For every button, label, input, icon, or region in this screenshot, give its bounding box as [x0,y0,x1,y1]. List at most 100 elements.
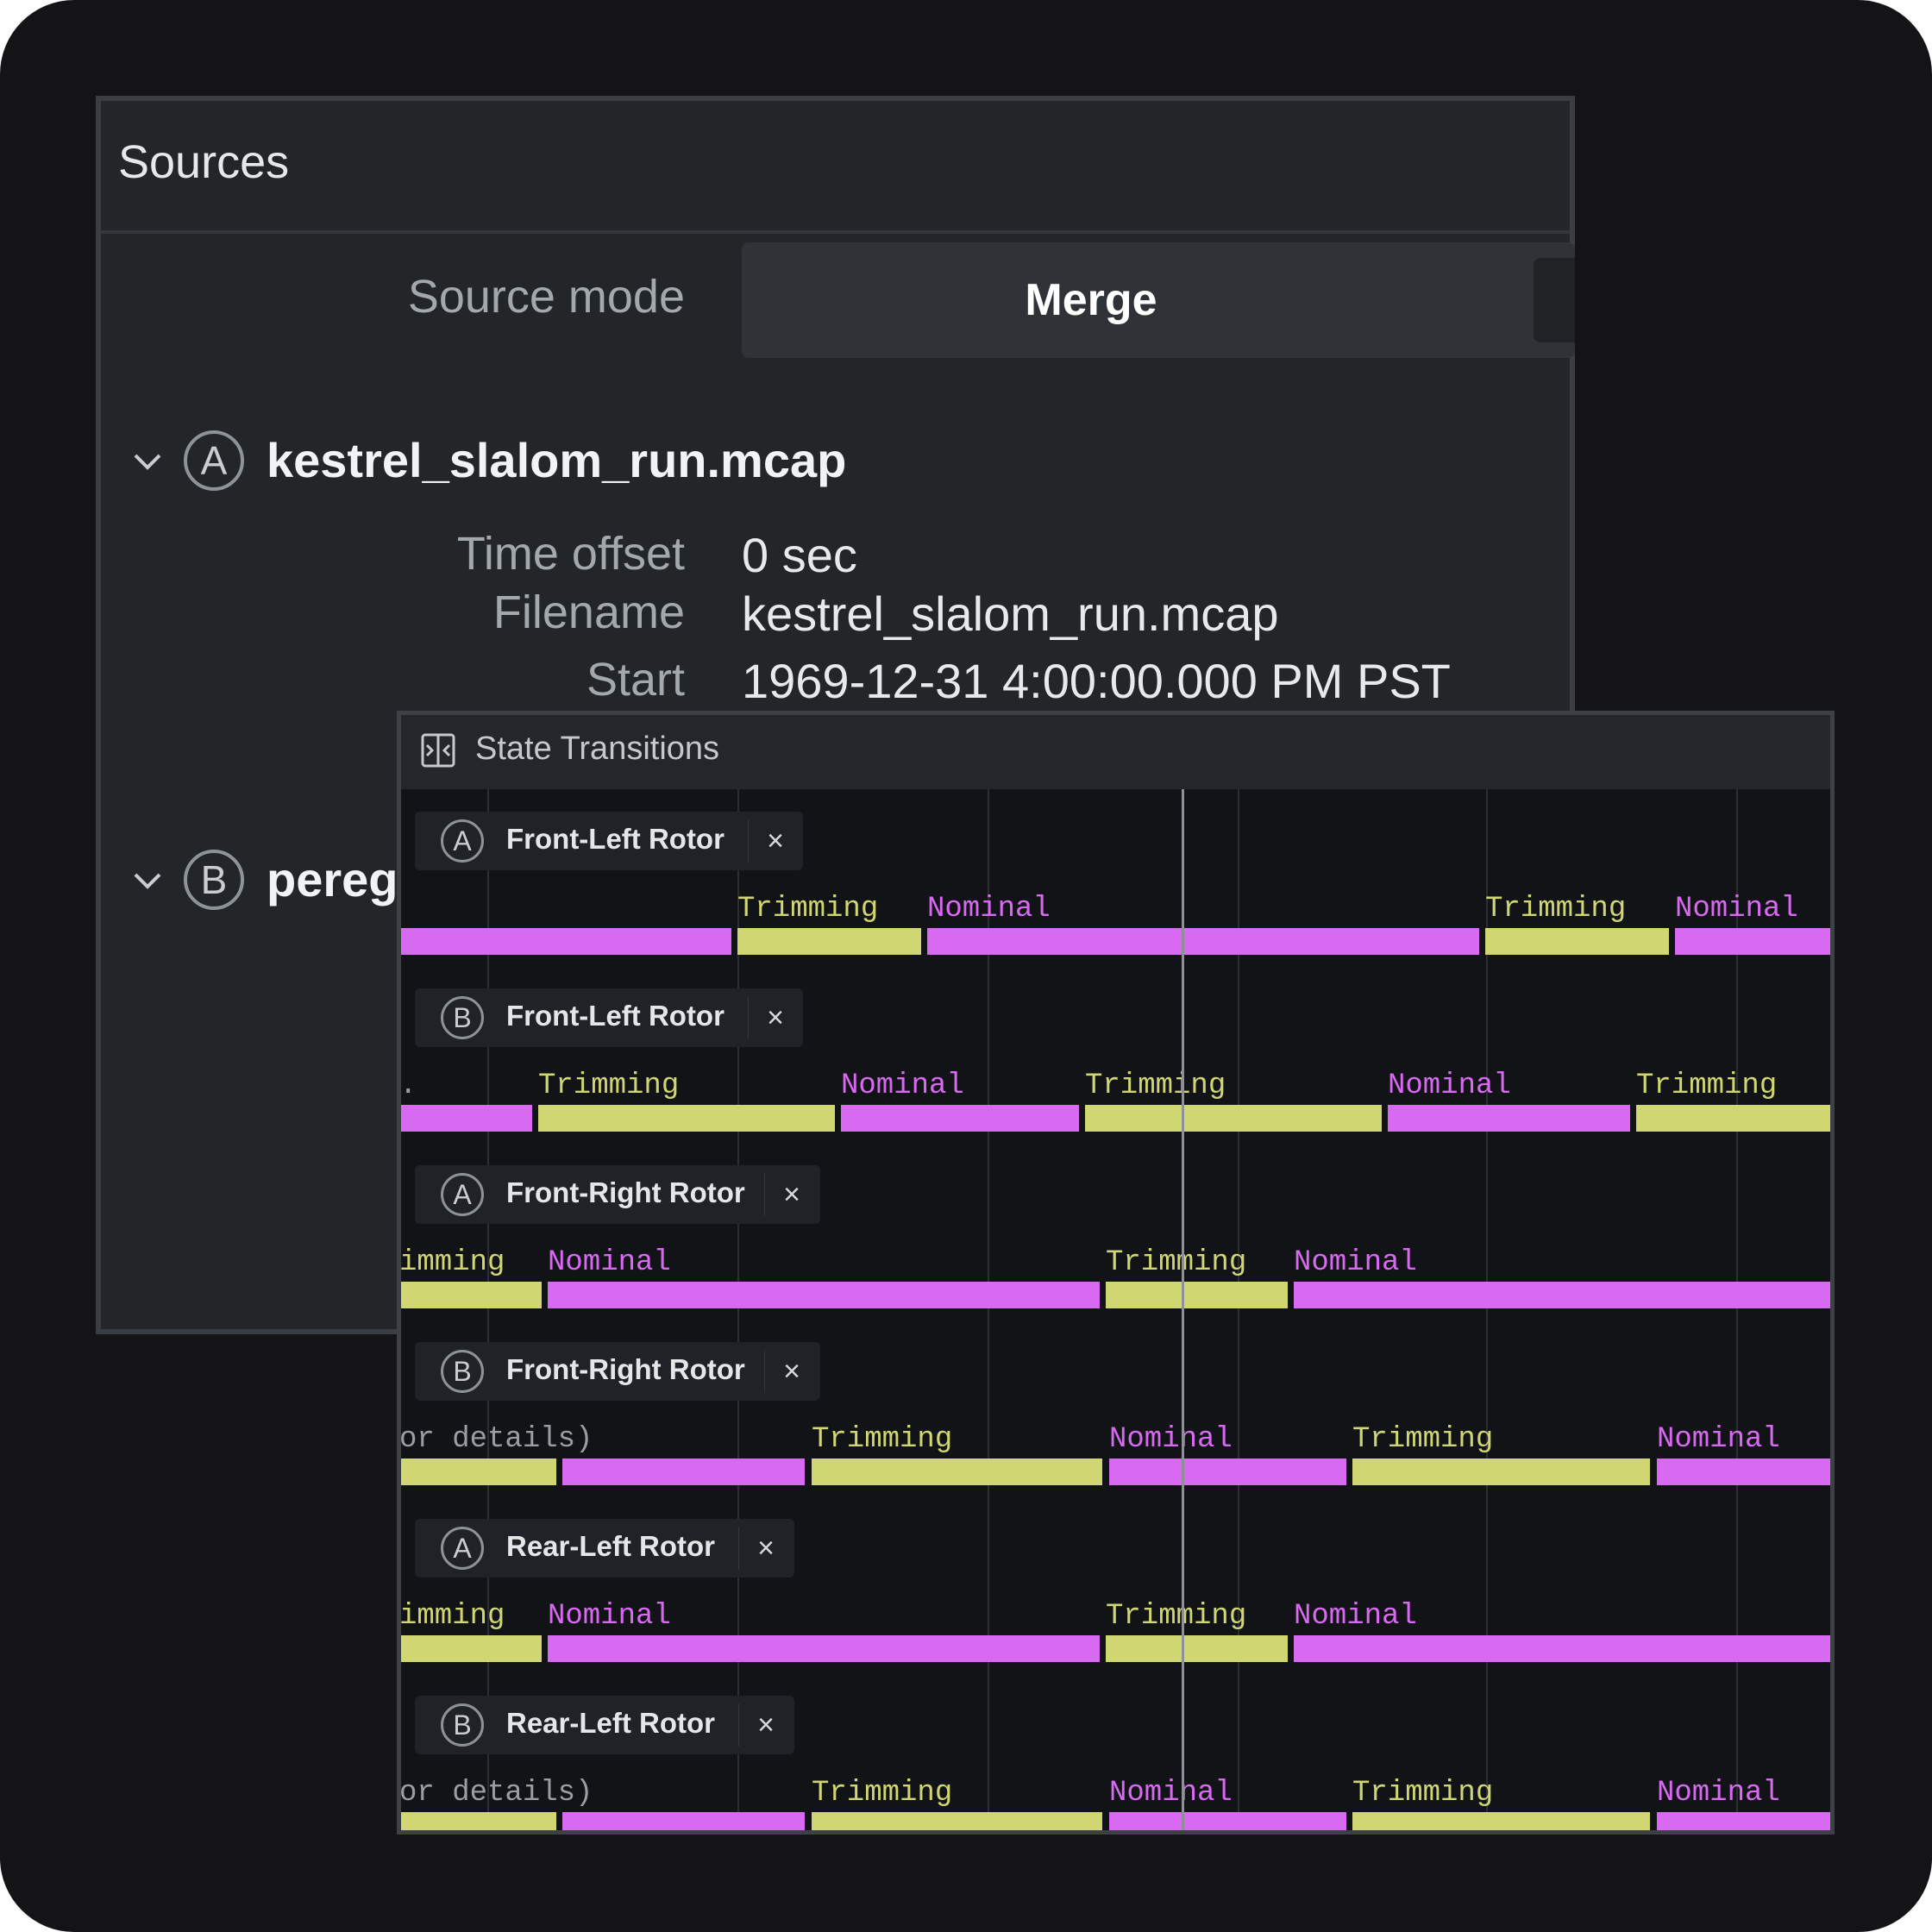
state-segment-trimming[interactable] [1106,1282,1288,1308]
state-transitions-toolbar: State Transitions [401,715,1830,789]
state-segment-nominal[interactable] [1657,1458,1830,1485]
close-icon[interactable]: × [758,1000,793,1035]
state-transitions-panel: State Transitions A Front-Left Rotor × Trim… [397,711,1835,1835]
state-label: Nominal [548,1246,671,1279]
state-label: imming [401,1246,505,1279]
time-offset-value: 0 sec [742,528,857,582]
playback-cursor[interactable] [1182,789,1184,1830]
source-badge: A [441,1527,484,1570]
state-segment-nominal[interactable] [548,1635,1100,1662]
topic-chip: A Rear-Left Rotor × [415,1519,794,1578]
state-segment-trimming[interactable] [1085,1105,1382,1132]
close-icon[interactable]: × [749,1531,783,1565]
state-label: Nominal [1109,1423,1233,1456]
state-label: Trimming [1352,1777,1494,1810]
source-mode-toggle[interactable]: Merge [742,242,1575,358]
state-segment-trimming[interactable] [538,1105,835,1132]
sources-header: Sources [101,101,1570,234]
state-label: . [401,1070,417,1102]
state-segment-trimming[interactable] [401,1635,542,1662]
topic-name: Front-Left Rotor [506,823,724,855]
state-label: Nominal [1657,1423,1780,1456]
state-segment-nominal[interactable] [401,928,731,955]
topic-name: Rear-Left Rotor [506,1530,716,1562]
source-badge: B [441,1350,484,1393]
chip-divider [764,1350,765,1393]
topic-name: Front-Left Rotor [506,1000,724,1032]
state-transitions-title: State Transitions [475,731,720,767]
source-badge: A [441,1173,484,1216]
topic-chip: B Front-Left Rotor × [415,988,803,1047]
state-segment-nominal[interactable] [1657,1812,1830,1830]
state-label: Nominal [1109,1777,1233,1810]
state-segment-nominal[interactable] [841,1105,1079,1132]
source-b-badge: B [184,850,244,910]
state-label: Trimming [1352,1423,1494,1456]
chip-divider [748,819,749,862]
state-segment-trimming[interactable] [737,928,921,955]
state-segment-trimming[interactable] [1636,1105,1830,1132]
chip-divider [748,996,749,1039]
topic-chip: B Front-Right Rotor × [415,1342,820,1401]
close-icon[interactable]: × [775,1177,809,1212]
topic-name: Rear-Left Rotor [506,1707,716,1739]
source-b-filename-heading: pereg [267,852,398,906]
close-icon[interactable]: × [758,824,793,858]
chip-divider [764,1173,765,1216]
state-segment-nominal[interactable] [562,1458,805,1485]
state-label: Trimming [1085,1070,1226,1102]
source-badge: A [441,819,484,862]
state-segment-nominal[interactable] [1388,1105,1630,1132]
topic-chip: A Front-Left Rotor × [415,812,803,870]
topic-chip: A Front-Right Rotor × [415,1165,820,1224]
state-segment-trimming[interactable] [1352,1458,1650,1485]
source-a-filename-heading: kestrel_slalom_run.mcap [267,433,847,487]
state-segment-nominal[interactable] [548,1282,1100,1308]
state-transitions-icon [421,733,455,768]
state-segment-nominal[interactable] [1294,1635,1830,1662]
state-segment-trimming[interactable] [1352,1812,1650,1830]
source-mode-label: Source mode [407,271,685,323]
state-segment-nominal[interactable] [1294,1282,1830,1308]
topic-name: Front-Right Rotor [506,1176,745,1208]
state-segment-trimming[interactable] [401,1812,556,1830]
state-segment-nominal[interactable] [1109,1458,1346,1485]
state-segment-trimming[interactable] [812,1458,1102,1485]
state-label: Nominal [1294,1600,1417,1633]
state-label: Trimming [1106,1246,1247,1279]
state-label: Nominal [841,1070,964,1102]
state-segment-nominal[interactable] [562,1812,805,1830]
state-transitions-plot[interactable]: A Front-Left Rotor × Trimming Nominal Trimmin… [401,789,1830,1830]
start-value: 1969-12-31 4:00:00.000 PM PST [742,654,1451,708]
state-segment-trimming[interactable] [401,1458,556,1485]
filename-label: Filename [492,586,685,638]
state-segment-trimming[interactable] [1485,928,1669,955]
sources-title: Sources [118,136,290,188]
app-frame: Sources Source mode Merge A kestrel_slal… [0,0,1932,1932]
state-label: Nominal [927,893,1051,925]
close-icon[interactable]: × [775,1354,809,1389]
chevron-down-icon[interactable] [130,444,165,479]
state-segment-nominal[interactable] [1675,928,1830,955]
state-segment-trimming[interactable] [812,1812,1102,1830]
state-segment-trimming[interactable] [401,1282,542,1308]
state-label: Nominal [1675,893,1798,925]
source-badge: B [441,1703,484,1747]
state-label: Nominal [1388,1070,1511,1102]
topic-chip: B Rear-Left Rotor × [415,1696,794,1754]
state-segment-nominal[interactable] [401,1105,532,1132]
state-segment-nominal[interactable] [927,928,1479,955]
time-offset-label: Time offset [456,528,685,580]
state-label: Trimming [1485,893,1627,925]
state-segment-nominal[interactable] [1109,1812,1346,1830]
source-mode-merge-option[interactable]: Merge [742,242,1440,358]
source-a-badge: A [184,430,244,491]
state-segment-trimming[interactable] [1106,1635,1288,1662]
state-label: Trimming [812,1777,953,1810]
source-mode-other-option[interactable] [1534,258,1575,342]
state-label: Trimming [1106,1600,1247,1633]
state-label: or details) [401,1423,593,1456]
close-icon[interactable]: × [749,1708,783,1742]
state-label: Trimming [812,1423,953,1456]
chevron-down-icon[interactable] [130,863,165,898]
